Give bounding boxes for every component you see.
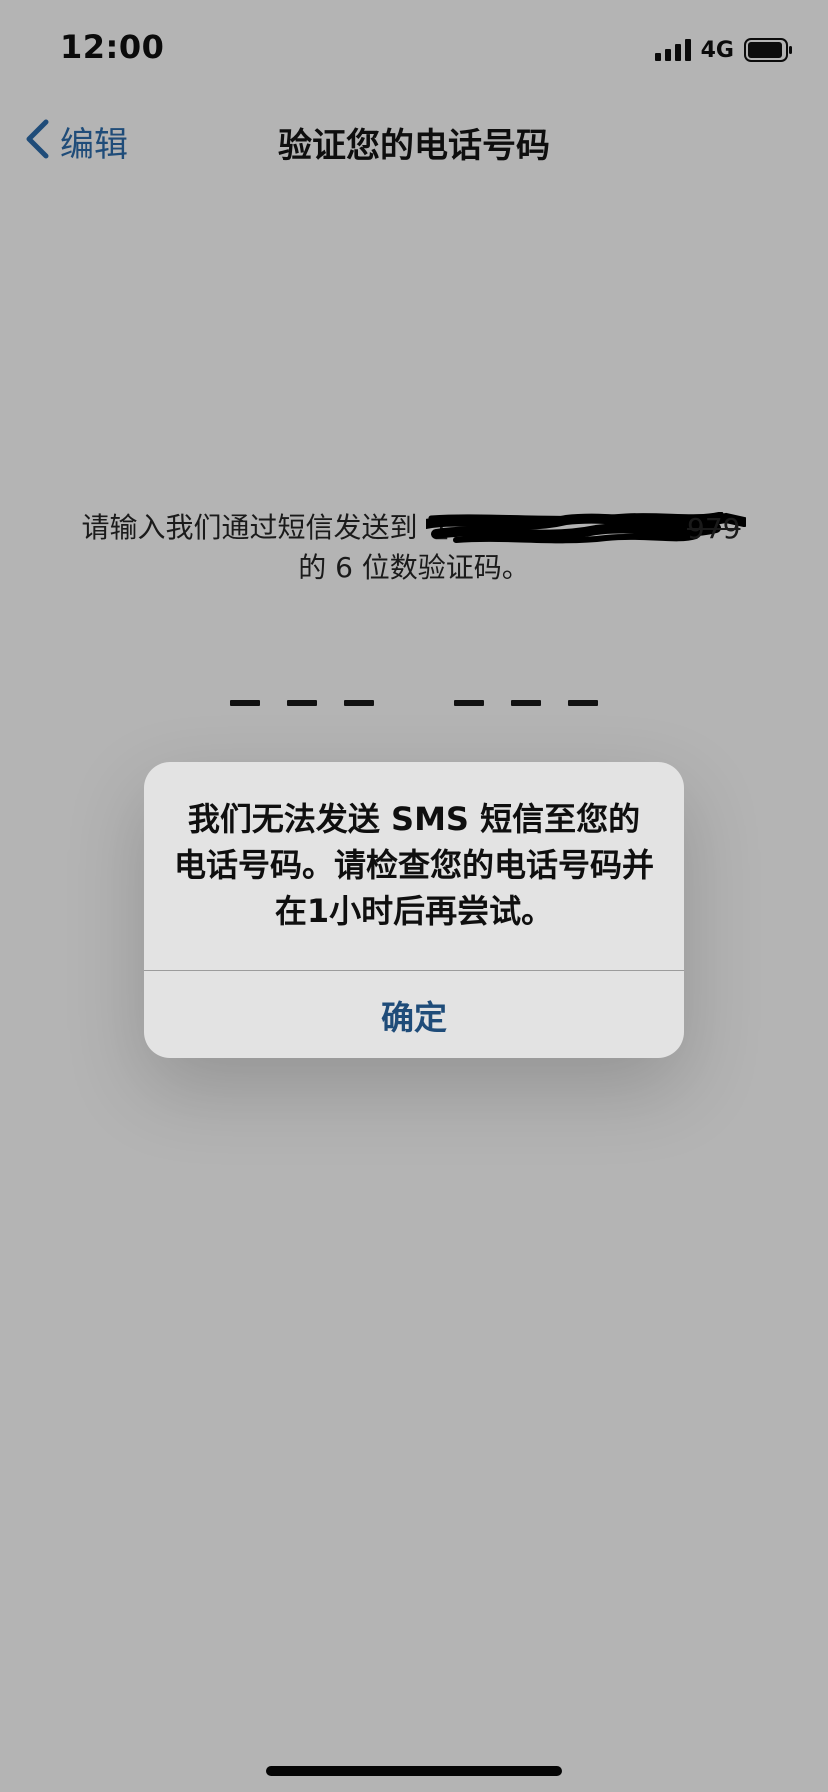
sms-error-alert: 我们无法发送 SMS 短信至您的电话号码。请检查您的电话号码并在1小时后再尝试。… [144, 762, 684, 1058]
chevron-left-icon [24, 118, 50, 164]
verification-code-input[interactable] [0, 700, 828, 706]
code-slot [511, 700, 541, 706]
navigation-bar: 验证您的电话号码 编辑 [0, 100, 828, 180]
code-slot [287, 700, 317, 706]
status-time: 12:00 [60, 28, 165, 66]
back-label: 编辑 [60, 124, 128, 165]
network-type: 4G [700, 37, 734, 63]
instruction-line-1: 请输入我们通过短信发送到 1 979 [40, 508, 788, 548]
signal-bars-icon [654, 39, 691, 61]
phone-visible-suffix: 979 [687, 512, 741, 545]
instruction-prefix: 请输入我们通过短信发送到 [81, 511, 418, 544]
status-bar: 12:00 4G [0, 0, 828, 100]
ok-button[interactable]: 确定 [144, 971, 684, 1058]
code-group-first [230, 700, 374, 706]
alert-message: 我们无法发送 SMS 短信至您的电话号码。请检查您的电话号码并在1小时后再尝试。 [174, 800, 655, 930]
home-indicator[interactable] [266, 1766, 562, 1776]
code-slot [344, 700, 374, 706]
code-group-spacer [374, 700, 454, 706]
battery-icon [744, 38, 794, 62]
instruction-text: 请输入我们通过短信发送到 1 979 的 6 位数验证码。 [40, 508, 788, 588]
code-slot [230, 700, 260, 706]
code-group-second [454, 700, 598, 706]
code-slot [454, 700, 484, 706]
redacted-phone-number: 1 979 [426, 512, 747, 546]
code-slot [568, 700, 598, 706]
verify-phone-screen: 12:00 4G 验证您的电话号码 编辑 请输入我们通过短信发送到 1 979 … [0, 0, 828, 1792]
status-indicators: 4G [654, 36, 794, 64]
back-button[interactable]: 编辑 [24, 118, 128, 165]
instruction-line-2: 的 6 位数验证码。 [298, 551, 530, 584]
